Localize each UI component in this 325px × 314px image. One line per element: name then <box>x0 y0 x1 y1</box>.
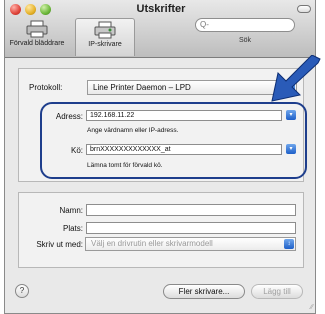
pointer-arrow-icon <box>271 55 321 102</box>
address-hint: Ange värdnamn eller IP-adress. <box>87 127 179 134</box>
chevron-updown-icon: ↕ <box>284 239 294 249</box>
help-button[interactable]: ? <box>15 284 29 298</box>
name-label: Namn: <box>59 206 83 215</box>
protocol-label: Protokoll: <box>29 83 63 92</box>
queue-history-icon[interactable]: ▾ <box>286 144 296 154</box>
search-input[interactable]: Q- <box>195 18 295 32</box>
default-printer-icon <box>26 20 48 38</box>
search-area: Q- Sök <box>195 18 295 44</box>
window-title: Utskrifter <box>136 3 186 15</box>
protocol-select[interactable]: Line Printer Daemon – LPD ↕ <box>87 80 297 95</box>
location-field[interactable] <box>86 222 296 234</box>
driver-select[interactable]: Välj en drivrutin eller skrivarmodell ↕ <box>85 237 296 251</box>
ip-printer-tab[interactable]: IP-skrivare <box>75 18 135 56</box>
default-browser-label: Förvald bläddrare <box>9 40 65 47</box>
add-button[interactable]: Lägg till <box>251 284 303 299</box>
queue-label: Kö: <box>70 146 83 155</box>
ip-printer-label: IP-skrivare <box>88 41 122 48</box>
print-using-label: Skriv ut med: <box>36 240 83 249</box>
default-browser-tab[interactable]: Förvald bläddrare <box>7 18 67 56</box>
title-bar: Utskrifter Förvald bläddrare IP-skrivare… <box>5 0 315 58</box>
queue-field[interactable]: brnXXXXXXXXXXXXX_at <box>86 144 282 155</box>
queue-hint: Lämna tomt för förvald kö. <box>87 162 163 169</box>
driver-value: Välj en drivrutin eller skrivarmodell <box>91 239 213 248</box>
protocol-value: Line Printer Daemon – LPD <box>93 83 191 92</box>
more-printers-button[interactable]: Fler skrivare... <box>163 284 245 299</box>
search-icon: Q- <box>200 20 209 29</box>
address-label: Adress: <box>55 112 83 121</box>
name-field[interactable] <box>86 204 296 216</box>
resize-grip-icon[interactable]: ∕∕ <box>311 304 313 311</box>
toolbar-toggle-button[interactable] <box>297 5 311 13</box>
search-label: Sök <box>238 37 252 44</box>
address-field[interactable]: 192.168.11.22 <box>86 110 282 121</box>
address-history-icon[interactable]: ▾ <box>286 110 296 120</box>
location-label: Plats: <box>62 224 83 233</box>
printer-window: Utskrifter Förvald bläddrare IP-skrivare… <box>4 0 316 314</box>
ip-printer-icon <box>94 21 116 39</box>
